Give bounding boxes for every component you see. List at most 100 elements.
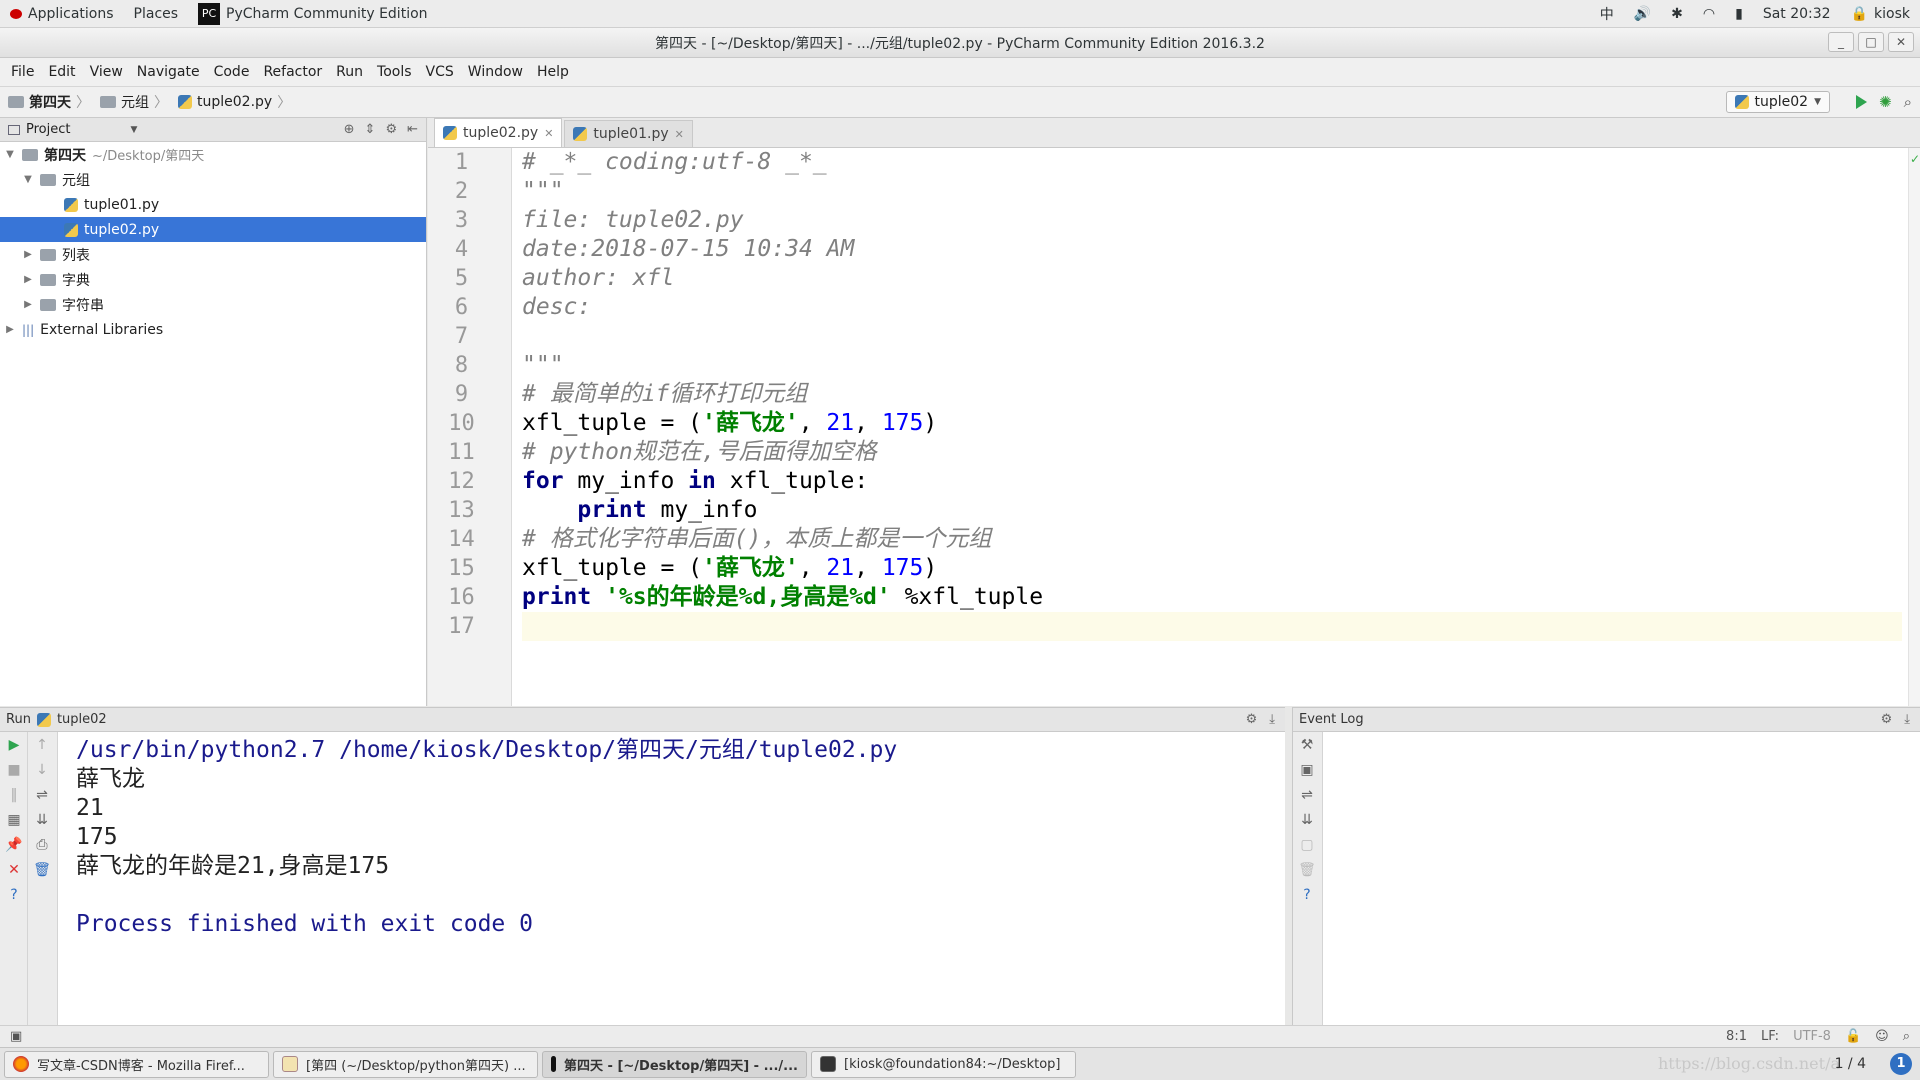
notification-icon[interactable]: 1 <box>1890 1053 1912 1075</box>
tree-item-external-libraries[interactable]: ▶ ||| External Libraries <box>0 317 426 342</box>
battery-icon[interactable]: ▮ <box>1725 6 1753 22</box>
tree-item-zidian[interactable]: ▶ 字典 <box>0 267 426 292</box>
run-icon[interactable] <box>1856 95 1868 109</box>
help-icon[interactable]: ? <box>0 882 28 907</box>
breadcrumb-folder[interactable]: 元组 〉 <box>100 92 178 112</box>
tree-item-tuple01[interactable]: tuple01.py <box>0 192 426 217</box>
line-number-gutter[interactable]: 1 2 3 4 5 6 7 8 9 10 11 12 13 14 15 16 1… <box>428 148 512 706</box>
menu-code[interactable]: Code <box>207 64 257 80</box>
breadcrumb-root[interactable]: 第四天 〉 <box>8 92 100 112</box>
workspace-pager[interactable]: 1 / 4 <box>1835 1056 1866 1072</box>
restore-layout-icon[interactable]: ▦ <box>0 807 28 832</box>
tree-item-root[interactable]: ▼ 第四天 ~/Desktop/第四天 <box>0 142 426 167</box>
taskbar-item-firefox[interactable]: 写文章-CSDN博客 - Mozilla Firef... <box>4 1050 269 1078</box>
error-stripe[interactable]: ✓ <box>1908 148 1920 706</box>
tree-item-zifuchuan[interactable]: ▶ 字符串 <box>0 292 426 317</box>
menu-navigate[interactable]: Navigate <box>130 64 207 80</box>
applications-menu[interactable]: Applications <box>0 6 124 22</box>
pause-icon[interactable]: ‖ <box>0 782 28 807</box>
expand-arrow-icon[interactable]: ▶ <box>22 249 34 260</box>
close-button[interactable]: ✕ <box>1888 32 1914 52</box>
pin-icon[interactable]: 📌 <box>0 832 28 857</box>
menu-vcs[interactable]: VCS <box>419 64 461 80</box>
balloon-icon[interactable]: ▣ <box>1293 757 1321 782</box>
line-separator[interactable]: LF: <box>1761 1029 1779 1044</box>
trash-icon[interactable]: 🗑 <box>28 857 56 882</box>
gear-icon[interactable]: ⚙ <box>1246 712 1258 727</box>
expand-arrow-icon[interactable]: ▼ <box>22 174 34 185</box>
chevron-down-icon[interactable]: ▼ <box>130 125 137 135</box>
active-app-indicator[interactable]: PC PyCharm Community Edition <box>188 2 437 25</box>
wifi-icon[interactable]: ◠ <box>1693 6 1725 22</box>
debug-icon[interactable]: ✺ <box>1879 93 1892 111</box>
hide-panel-icon[interactable]: ⤓ <box>1904 712 1910 727</box>
expand-arrow-icon[interactable]: ▶ <box>22 299 34 310</box>
menu-file[interactable]: File <box>4 64 41 80</box>
console-output[interactable]: /usr/bin/python2.7 /home/kiosk/Desktop/第… <box>76 736 897 939</box>
clock[interactable]: Sat 20:32 <box>1753 6 1841 22</box>
tab-tuple01[interactable]: tuple01.py ✕ <box>564 120 693 147</box>
tree-item-yuanzu[interactable]: ▼ 元组 <box>0 167 426 192</box>
up-arrow-icon[interactable]: ↑ <box>28 732 56 757</box>
close-run-icon[interactable]: ✕ <box>0 857 28 882</box>
taskbar-item-terminal[interactable]: [kiosk@foundation84:~/Desktop] <box>811 1050 1076 1078</box>
hide-panel-icon[interactable]: ⇤ <box>407 122 418 137</box>
taskbar-item-editor[interactable]: [第四 (~/Desktop/python第四天) ... <box>273 1050 538 1078</box>
help-icon[interactable]: ? <box>1293 882 1321 907</box>
menu-window[interactable]: Window <box>461 64 530 80</box>
tree-file-label: tuple01.py <box>84 196 160 213</box>
menu-help[interactable]: Help <box>530 64 576 80</box>
stop-icon[interactable]: ■ <box>0 757 28 782</box>
menu-edit[interactable]: Edit <box>41 64 82 80</box>
search-icon[interactable]: ⌕ <box>1903 1029 1910 1044</box>
hide-panel-icon[interactable]: ⤓ <box>1269 712 1275 727</box>
places-menu[interactable]: Places <box>124 6 189 22</box>
menu-view[interactable]: View <box>83 64 130 80</box>
expand-arrow-icon[interactable]: ▶ <box>4 324 16 335</box>
scroll-to-end-icon[interactable]: ⇊ <box>28 807 56 832</box>
caret-position[interactable]: 8:1 <box>1726 1029 1747 1044</box>
mark-read-icon[interactable]: ▢ <box>1293 832 1321 857</box>
close-tab-icon[interactable]: ✕ <box>544 127 553 140</box>
soft-wrap-icon[interactable]: ⇌ <box>1293 782 1321 807</box>
window-title-bar[interactable]: 第四天 - [~/Desktop/第四天] - .../元组/tuple02.p… <box>0 28 1920 58</box>
lock-icon[interactable]: 🔓 <box>1845 1029 1861 1044</box>
menu-refactor[interactable]: Refactor <box>256 64 329 80</box>
project-view-select[interactable]: Project <box>26 122 70 137</box>
volume-icon[interactable]: 🔊 <box>1624 6 1661 22</box>
bluetooth-icon[interactable]: ✱ <box>1661 6 1693 22</box>
inspector-icon[interactable]: ☺ <box>1875 1029 1889 1044</box>
tree-item-tuple02[interactable]: tuple02.py <box>0 217 426 242</box>
expand-arrow-icon[interactable]: ▼ <box>4 149 16 160</box>
minimize-button[interactable]: _ <box>1828 32 1854 52</box>
user-menu[interactable]: 🔒 kiosk <box>1841 6 1920 22</box>
breadcrumb-file[interactable]: tuple02.py 〉 <box>178 92 301 112</box>
down-arrow-icon[interactable]: ↓ <box>28 757 56 782</box>
event-log-header: Event Log ⚙ ⤓ <box>1293 708 1920 732</box>
tab-tuple02[interactable]: tuple02.py ✕ <box>434 118 563 147</box>
collapse-all-icon[interactable]: ⇕ <box>365 122 376 137</box>
tree-item-liebiao[interactable]: ▶ 列表 <box>0 242 426 267</box>
input-method-indicator[interactable]: 中 <box>1590 4 1624 24</box>
menu-run[interactable]: Run <box>329 64 370 80</box>
gear-icon[interactable]: ⚙ <box>385 122 397 137</box>
trash-icon[interactable]: 🗑 <box>1293 857 1321 882</box>
print-icon[interactable]: ⎙ <box>28 832 56 857</box>
search-icon[interactable]: ⌕ <box>1904 93 1912 111</box>
file-encoding[interactable]: UTF-8 <box>1793 1029 1831 1044</box>
rerun-icon[interactable]: ▶ <box>0 732 28 757</box>
taskbar-item-pycharm[interactable]: 第四天 - [~/Desktop/第四天] - .../... <box>542 1050 807 1078</box>
gear-icon[interactable]: ⚙ <box>1881 712 1893 727</box>
maximize-button[interactable]: □ <box>1858 32 1884 52</box>
scroll-to-end-icon[interactable]: ⇊ <box>1293 807 1321 832</box>
expand-arrow-icon[interactable]: ▶ <box>22 274 34 285</box>
settings-icon[interactable]: ⚒ <box>1293 732 1321 757</box>
scroll-from-source-icon[interactable]: ⊕ <box>344 122 355 137</box>
code-area[interactable]: # _*_ coding:utf-8 _*_ """ file: tuple02… <box>522 148 1902 641</box>
run-panel-config[interactable]: tuple02 <box>57 712 107 727</box>
soft-wrap-icon[interactable]: ⇌ <box>28 782 56 807</box>
close-tab-icon[interactable]: ✕ <box>675 128 684 141</box>
run-configuration-select[interactable]: tuple02 ▼ <box>1725 91 1830 113</box>
menu-tools[interactable]: Tools <box>370 64 419 80</box>
tool-windows-icon[interactable]: ▣ <box>0 1029 22 1044</box>
